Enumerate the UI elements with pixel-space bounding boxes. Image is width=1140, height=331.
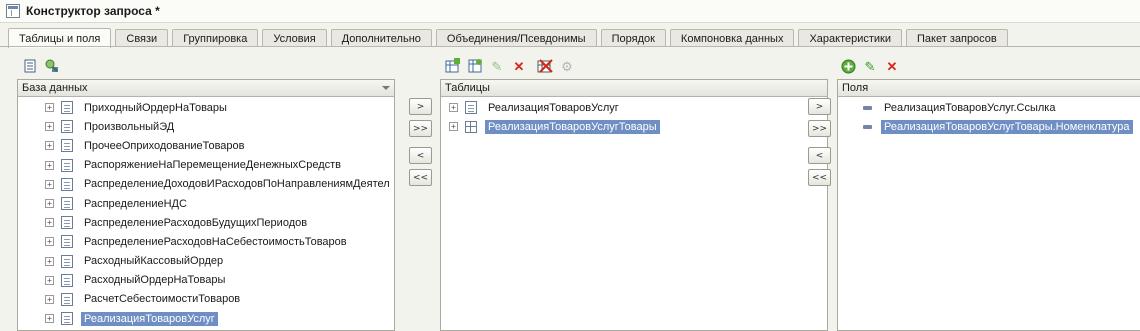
tab-query-batch[interactable]: Пакет запросов	[906, 29, 1008, 47]
tree-item[interactable]: + ПроизвольныйЭД	[45, 117, 394, 136]
document-icon	[61, 312, 73, 326]
add-table-icon[interactable]	[445, 58, 461, 74]
tree-item[interactable]: + ПриходныйОрдерНаТовары	[45, 98, 394, 117]
tables-panel: Таблицы + РеализацияТоваровУслуг + Реализа…	[440, 79, 828, 331]
tree-item[interactable]: + РасходныйКассовыйОрдер	[45, 252, 394, 271]
tree-item-selected[interactable]: + РеализацияТоваровУслугТовары	[449, 117, 827, 136]
tree-item[interactable]: + РасчетСебестоимостиТоваров	[45, 290, 394, 309]
tables-panel-header: Таблицы	[441, 80, 827, 97]
query-builder-icon	[6, 4, 20, 18]
tree-item[interactable]: + РасходныйОрдерНаТовары	[45, 271, 394, 290]
fields-list: РеализацияТоваровУслуг.Ссылка Реализация…	[838, 97, 1140, 136]
add-field-icon[interactable]	[840, 58, 856, 74]
tab-characteristics[interactable]: Характеристики	[798, 29, 903, 47]
document-icon	[465, 101, 477, 115]
fields-header-label: Поля	[842, 82, 869, 94]
fields-panel-header: Поля	[838, 80, 1140, 97]
add-all-fields-button[interactable]: >>	[808, 120, 831, 137]
document-icon	[61, 273, 73, 287]
expand-icon[interactable]: +	[45, 141, 54, 151]
edit-field-icon[interactable]: ✎	[862, 58, 878, 74]
field-transfer-buttons: > >> < <<	[808, 98, 831, 186]
document-icon	[61, 158, 73, 172]
tab-links[interactable]: Связи	[115, 29, 169, 47]
expand-icon[interactable]: +	[45, 103, 54, 113]
delete-icon[interactable]: ✕	[511, 58, 527, 74]
fields-panel: Поля РеализацияТоваровУслуг.Ссылка Реали…	[837, 79, 1140, 331]
document-icon	[61, 292, 73, 306]
table-icon	[465, 120, 477, 133]
tables-header-label: Таблицы	[445, 82, 490, 94]
tree-item-selected[interactable]: + РеализацияТоваровУслуг	[45, 309, 394, 328]
tree-item[interactable]: + РаспределениеНДС	[45, 194, 394, 213]
tree-item[interactable]: + РеализацияТоваровУслуг	[449, 98, 827, 117]
document-icon	[61, 139, 73, 153]
tab-unions-aliases[interactable]: Объединения/Псевдонимы	[435, 29, 597, 47]
database-panel: База данных + ПриходныйОрдерНаТовары + Про…	[17, 79, 395, 331]
add-nested-table-icon[interactable]	[467, 58, 483, 74]
database-tree: + ПриходныйОрдерНаТовары + ПроизвольныйЭД …	[18, 97, 394, 328]
document-icon	[61, 254, 73, 268]
list-view-icon[interactable]	[22, 58, 38, 74]
table-transfer-buttons: > >> < <<	[409, 98, 432, 186]
tree-item[interactable]: + РаспределениеДоходовИРасходовПоНаправле…	[45, 175, 394, 194]
expand-icon[interactable]: +	[45, 256, 54, 266]
document-icon	[61, 101, 73, 115]
tables-toolbar: ✎ ✕ ⚙	[445, 56, 581, 76]
expand-icon[interactable]: +	[45, 179, 54, 189]
add-table-button[interactable]: >	[409, 98, 432, 115]
tab-additional[interactable]: Дополнительно	[330, 29, 432, 47]
title-bar: Конструктор запроса *	[0, 0, 1140, 23]
tab-strip: Таблицы и поля Связи Группировка Условия…	[8, 28, 1012, 48]
edit-pencil-icon[interactable]: ✎	[489, 58, 505, 74]
expand-icon[interactable]: +	[45, 237, 54, 247]
expand-icon[interactable]: +	[449, 122, 458, 132]
field-icon	[863, 105, 872, 110]
document-icon	[61, 216, 73, 230]
sort-arrow-icon[interactable]	[382, 86, 390, 90]
tree-item[interactable]: + РаспределениеРасходовНаСебестоимостьТов…	[45, 232, 394, 251]
field-item[interactable]: РеализацияТоваровУслуг.Ссылка	[863, 98, 1140, 117]
add-all-tables-button[interactable]: >>	[409, 120, 432, 137]
field-item-selected[interactable]: РеализацияТоваровУслугТовары.Номенклатур…	[863, 117, 1140, 136]
expand-icon[interactable]: +	[45, 160, 54, 170]
tree-item[interactable]: + РаспоряжениеНаПеремещениеДенежныхСредст…	[45, 156, 394, 175]
expand-icon[interactable]: +	[45, 122, 54, 132]
tab-tables-and-fields[interactable]: Таблицы и поля	[8, 28, 112, 48]
tab-conditions[interactable]: Условия	[262, 29, 327, 47]
settings-gears-icon[interactable]: ⚙	[559, 58, 575, 74]
expand-icon[interactable]: +	[45, 218, 54, 228]
fields-toolbar: ✎ ✕	[840, 56, 906, 76]
expand-icon[interactable]: +	[45, 199, 54, 209]
database-toolbar	[22, 56, 66, 76]
database-panel-header: База данных	[18, 80, 394, 97]
tab-data-composition[interactable]: Компоновка данных	[669, 29, 795, 47]
field-icon	[863, 124, 872, 129]
document-icon	[61, 197, 73, 211]
expand-icon[interactable]: +	[449, 103, 458, 113]
remove-field-button[interactable]: <	[808, 147, 831, 164]
tree-item[interactable]: + ПрочееОприходованиеТоваров	[45, 136, 394, 155]
tables-tree: + РеализацияТоваровУслуг + РеализацияТовар…	[441, 97, 827, 136]
delete-field-icon[interactable]: ✕	[884, 58, 900, 74]
tab-order[interactable]: Порядок	[600, 29, 666, 47]
add-field-button[interactable]: >	[808, 98, 831, 115]
remove-all-tables-button[interactable]: <<	[409, 169, 432, 186]
document-icon	[61, 120, 73, 134]
remove-table-button[interactable]: <	[409, 147, 432, 164]
expand-icon[interactable]: +	[45, 294, 54, 304]
find-in-tree-icon[interactable]	[44, 58, 60, 74]
document-icon	[61, 235, 73, 249]
document-icon	[61, 177, 73, 191]
tab-grouping[interactable]: Группировка	[172, 29, 259, 47]
tab-divider	[0, 46, 1140, 47]
database-header-label: База данных	[22, 82, 88, 94]
remove-all-fields-button[interactable]: <<	[808, 169, 831, 186]
tree-item[interactable]: + РаспределениеРасходовБудущихПериодов	[45, 213, 394, 232]
expand-icon[interactable]: +	[45, 314, 54, 324]
clear-all-icon[interactable]	[537, 58, 553, 74]
expand-icon[interactable]: +	[45, 275, 54, 285]
window-title: Конструктор запроса *	[26, 4, 160, 18]
